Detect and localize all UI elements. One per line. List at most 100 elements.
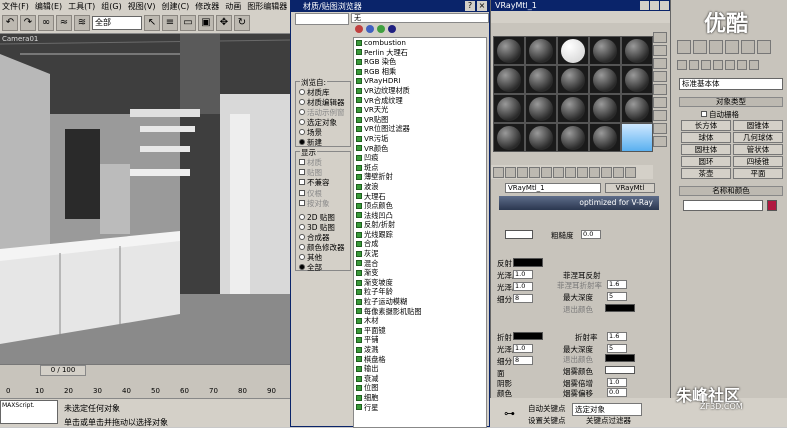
show-checkbox[interactable]: 不兼容 (299, 177, 330, 187)
menu-item[interactable]: 动画 (225, 1, 241, 12)
menu-item[interactable]: 组(G) (101, 1, 121, 12)
list-item[interactable]: 输出 (354, 364, 486, 374)
sample-slot[interactable] (621, 94, 653, 123)
geometry-icon[interactable] (677, 60, 687, 70)
modify-tab-icon[interactable] (693, 40, 707, 54)
rect-select-icon[interactable]: ▭ (180, 14, 196, 31)
maximize-icon[interactable] (650, 1, 659, 10)
helpers-icon[interactable] (725, 60, 735, 70)
sample-slot[interactable] (557, 65, 589, 94)
list-item[interactable]: 行星 (354, 403, 486, 413)
browse-from-radio[interactable]: 新建 (299, 137, 345, 147)
list-item[interactable]: 光线跟踪 (354, 230, 486, 240)
geometry-type-dropdown[interactable]: 标准基本体 (679, 78, 783, 90)
list-item[interactable]: 反射/折射 (354, 220, 486, 230)
refract-subdiv-spinner[interactable]: 8 (513, 356, 533, 365)
get-material-icon[interactable] (493, 166, 504, 178)
maxscript-listener[interactable]: MAXScript. (0, 400, 58, 424)
list-item[interactable]: 衰减 (354, 374, 486, 384)
exit-color2-swatch[interactable] (605, 354, 635, 362)
sample-slot[interactable] (589, 65, 621, 94)
select-by-name-icon[interactable]: ≡ (162, 14, 178, 31)
make-preview-icon[interactable] (653, 97, 667, 108)
sample-slot[interactable] (557, 36, 589, 65)
list-item[interactable]: 细胞 (354, 393, 486, 403)
view-options-icon[interactable] (388, 25, 396, 33)
put-to-library-icon[interactable] (565, 166, 576, 178)
timeline[interactable]: 0 / 100 0 10 20 30 40 50 60 70 80 90 (0, 364, 290, 398)
list-item[interactable]: 粒子运动模糊 (354, 297, 486, 307)
list-item[interactable]: 渐变 (354, 268, 486, 278)
list-item[interactable]: VR边纹理材质 (354, 86, 486, 96)
go-to-parent-icon[interactable] (613, 166, 624, 178)
backlight-icon[interactable] (653, 45, 667, 56)
fog-bias-spinner[interactable]: 0.0 (607, 388, 627, 397)
show-checkbox[interactable]: 贴图 (299, 167, 330, 177)
list-item[interactable]: 顶点颜色 (354, 201, 486, 211)
spacewarps-icon[interactable] (737, 60, 747, 70)
sample-slot[interactable] (557, 94, 589, 123)
object-name-field[interactable] (683, 200, 763, 211)
material-type-button[interactable]: VRayMtl (605, 183, 655, 193)
menu-item[interactable]: 修改器 (195, 1, 219, 12)
sample-slot[interactable] (621, 123, 653, 152)
list-item[interactable]: 棋盘格 (354, 355, 486, 365)
sample-slot[interactable] (589, 36, 621, 65)
object-color-swatch[interactable] (767, 200, 777, 211)
link-icon[interactable]: ∞ (38, 14, 54, 31)
list-item[interactable]: 位图 (354, 383, 486, 393)
create-tab-icon[interactable] (677, 40, 691, 54)
lights-icon[interactable] (701, 60, 711, 70)
video-check-icon[interactable] (653, 84, 667, 95)
primitive-button[interactable]: 圆环 (681, 156, 731, 167)
primitive-button[interactable]: 圆柱体 (681, 144, 731, 155)
menu-item[interactable]: 视图(V) (128, 1, 156, 12)
show-checkbox[interactable]: 仅根 (299, 188, 330, 198)
list-item[interactable]: RGB 相乘 (354, 67, 486, 77)
fresnel-ior-spinner[interactable]: 1.6 (607, 280, 627, 289)
close-button[interactable]: × (477, 1, 487, 11)
primitive-button[interactable]: 长方体 (681, 120, 731, 131)
viewport-label[interactable]: Camera01 (2, 35, 38, 43)
list-item[interactable]: 平铺 (354, 335, 486, 345)
list-item[interactable]: VR贴图 (354, 115, 486, 125)
set-key-button[interactable]: 设置关键点 (528, 415, 566, 426)
max-depth2-spinner[interactable]: 5 (607, 344, 627, 353)
list-item[interactable]: VR合成纹理 (354, 96, 486, 106)
map-type-radio[interactable]: 其他 (299, 252, 345, 262)
map-type-radio[interactable]: 3D 贴图 (299, 222, 345, 232)
map-type-radio[interactable]: 颜色修改器 (299, 242, 345, 252)
list-item[interactable]: Perlin 大理石 (354, 48, 486, 58)
list-item[interactable]: 泼溅 (354, 345, 486, 355)
key-filters-button[interactable]: 关键点过滤器 (586, 415, 631, 426)
help-button[interactable]: ? (465, 1, 475, 11)
primitive-button[interactable]: 管状体 (733, 144, 783, 155)
autogrid-checkbox[interactable]: 自动栅格 (701, 109, 739, 119)
max-depth-spinner[interactable]: 5 (607, 292, 627, 301)
large-icon-view-icon[interactable] (377, 25, 385, 33)
menu-item[interactable]: 文件(F) (2, 1, 29, 12)
browser-name-field[interactable]: 无 (351, 13, 489, 23)
sample-slot[interactable] (557, 123, 589, 152)
select-object-icon[interactable]: ↖ (144, 14, 160, 31)
make-copy-icon[interactable] (541, 166, 552, 178)
show-checkbox[interactable]: 材质 (299, 157, 330, 167)
go-forward-sibling-icon[interactable] (625, 166, 636, 178)
browse-from-radio[interactable]: 场景 (299, 127, 345, 137)
shapes-icon[interactable] (689, 60, 699, 70)
reflect-swatch[interactable] (513, 258, 543, 267)
auto-key-button[interactable]: 自动关键点 (528, 403, 566, 414)
list-item[interactable]: 渐变坡度 (354, 278, 486, 288)
name-color-rollout[interactable]: 名称和颜色 (679, 186, 783, 196)
browse-from-radio[interactable]: 材质库 (299, 87, 345, 97)
material-navigator-icon[interactable] (653, 136, 667, 147)
fog-color-swatch[interactable] (605, 366, 635, 374)
selection-filter-dropdown[interactable]: 全部 (92, 15, 142, 30)
exit-color-swatch[interactable] (605, 304, 635, 312)
utilities-tab-icon[interactable] (757, 40, 771, 54)
sample-slot[interactable] (525, 123, 557, 152)
menu-item[interactable]: 工具(T) (68, 1, 95, 12)
unlink-icon[interactable]: ≈ (56, 14, 72, 31)
map-type-radio[interactable]: 合成器 (299, 232, 345, 242)
rotate-icon[interactable]: ↻ (234, 14, 250, 31)
